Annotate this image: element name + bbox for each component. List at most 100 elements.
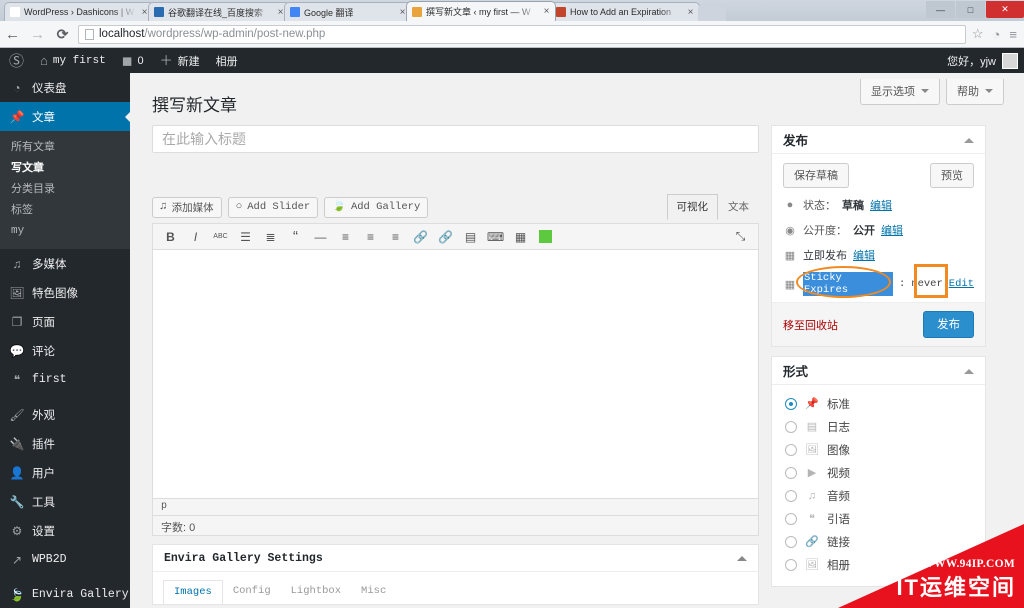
fullscreen-icon[interactable]: ⤡ [728, 226, 753, 248]
publish-button[interactable]: 发布 [923, 311, 974, 338]
format-radio[interactable] [785, 535, 797, 548]
horizontal-rule-icon[interactable]: — [308, 226, 333, 248]
sidebar-item-8[interactable]: 🔌 插件 [0, 429, 130, 458]
preview-button[interactable]: 预览 [930, 163, 974, 188]
new-content-menu[interactable]: ＋ 新建 [152, 48, 208, 73]
align-center-icon[interactable]: ≡ [358, 226, 383, 248]
envira-tab-1[interactable]: Config [223, 580, 281, 604]
post-title-input[interactable]: 在此输入标题 [152, 125, 759, 153]
format-radio[interactable] [785, 397, 797, 410]
keyboard-shortcuts-icon[interactable]: ⌨ [483, 226, 508, 248]
comments-menu[interactable]: ◼ 0 [114, 48, 152, 73]
chevron-up-icon[interactable] [964, 133, 974, 143]
sidebar-subitem-2[interactable]: 分类目录 [0, 179, 130, 200]
align-left-icon[interactable]: ≡ [333, 226, 358, 248]
address-bar[interactable]: localhost/wordpress/wp-admin/post-new.ph… [78, 24, 966, 44]
sidebar-item-3[interactable]: 🖼 特色图像 [0, 278, 130, 307]
bookmark-star-icon[interactable]: ☆ [972, 26, 984, 42]
browser-tab-1[interactable]: 谷歌翻译在线_百度搜索 × [148, 2, 290, 21]
site-name-menu[interactable]: ⌂ my first [32, 48, 114, 73]
bold-icon[interactable]: B [158, 226, 183, 248]
reload-icon[interactable]: ⟳ [50, 26, 75, 42]
chevron-up-icon[interactable] [964, 364, 974, 374]
sidebar-subitem-4[interactable]: my [0, 221, 130, 242]
sidebar-subitem-0[interactable]: 所有文章 [0, 137, 130, 158]
format-radio[interactable] [785, 512, 797, 525]
sidebar-item-4[interactable]: ❐ 页面 [0, 307, 130, 336]
back-icon[interactable]: ← [0, 27, 25, 42]
text-color-icon[interactable] [533, 226, 558, 248]
browser-tab-3[interactable]: 撰写新文章 ‹ my first — W × [406, 1, 556, 21]
sidebar-item-10[interactable]: 🔧 工具 [0, 487, 130, 516]
format-option-5[interactable]: ❝ 引语 [772, 507, 985, 530]
sidebar-subitem-3[interactable]: 标签 [0, 200, 130, 221]
admin-bar-account[interactable]: 您好，yjw [947, 52, 1024, 69]
status-edit-link[interactable]: 编辑 [870, 197, 892, 213]
tab-close-icon[interactable]: × [542, 7, 551, 17]
format-option-4[interactable]: ♫ 音频 [772, 484, 985, 507]
close-window-button[interactable]: ✕ [986, 1, 1024, 18]
insert-link-icon[interactable]: 🔗 [408, 226, 433, 248]
visibility-edit-link[interactable]: 编辑 [881, 222, 903, 238]
ordered-list-icon[interactable]: ≣ [258, 226, 283, 248]
format-radio[interactable] [785, 489, 797, 502]
screen-options-button[interactable]: 显示选项 [860, 79, 940, 105]
save-draft-button[interactable]: 保存草稿 [783, 163, 849, 188]
new-tab-button[interactable] [698, 5, 726, 21]
sidebar-item-6[interactable]: ❝ first [0, 365, 130, 394]
format-option-3[interactable]: ▶ 视频 [772, 461, 985, 484]
browser-menu-icon[interactable]: ≡ [1009, 27, 1017, 42]
sidebar-item-5[interactable]: 💬 评论 [0, 336, 130, 365]
sidebar-item-1[interactable]: 📌 文章 [0, 102, 131, 131]
forward-icon[interactable]: → [25, 27, 50, 42]
browser-tab-4[interactable]: How to Add an Expiration × [550, 2, 700, 21]
browser-tab-0[interactable]: WordPress › Dashicons | W × [4, 2, 154, 21]
sidebar-item-13[interactable]: 🍃 Envira Gallery [0, 580, 130, 608]
envira-tab-0[interactable]: Images [163, 580, 223, 604]
format-option-0[interactable]: 📌 标准 [772, 392, 985, 415]
editor-mode-tab-0[interactable]: 可视化 [666, 194, 718, 220]
format-option-1[interactable]: ▤ 日志 [772, 415, 985, 438]
strikethrough-icon[interactable]: ABC [208, 226, 233, 248]
unlink-icon[interactable]: 🔗 [433, 226, 458, 248]
read-more-icon[interactable]: ▤ [458, 226, 483, 248]
italic-icon[interactable]: I [183, 226, 208, 248]
format-option-7[interactable]: 🖼 相册 [772, 553, 985, 576]
unordered-list-icon[interactable]: ☰ [233, 226, 258, 248]
envira-tab-3[interactable]: Misc [351, 580, 396, 604]
sidebar-subitem-1[interactable]: 写文章 [0, 158, 130, 179]
album-menu[interactable]: 相册 [208, 48, 246, 73]
editor-content-area[interactable] [153, 250, 758, 498]
sidebar-item-7[interactable]: 🖌 外观 [0, 400, 130, 429]
help-button[interactable]: 帮助 [946, 79, 1004, 105]
sidebar-item-9[interactable]: 👤 用户 [0, 458, 130, 487]
media-button-2[interactable]: 🍃 Add Gallery [324, 196, 429, 218]
sidebar-item-0[interactable]: ◔ 仪表盘 [0, 73, 130, 102]
format-radio[interactable] [785, 558, 797, 571]
format-radio[interactable] [785, 443, 797, 456]
format-radio[interactable] [785, 420, 797, 433]
format-option-2[interactable]: 🖼 图像 [772, 438, 985, 461]
minimize-button[interactable]: — [926, 1, 955, 18]
blockquote-icon[interactable]: “ [283, 226, 308, 248]
toolbar-toggle-icon[interactable]: ▦ [508, 226, 533, 248]
envira-tab-2[interactable]: Lightbox [281, 580, 351, 604]
align-right-icon[interactable]: ≡ [383, 226, 408, 248]
sidebar-item-11[interactable]: ⚙ 设置 [0, 516, 130, 545]
format-radio[interactable] [785, 466, 797, 479]
chevron-up-icon[interactable] [737, 551, 747, 561]
media-button-1[interactable]: ○ Add Slider [227, 196, 319, 218]
browser-tab-2[interactable]: Google 翻译 × [284, 2, 412, 21]
editor-mode-tab-1[interactable]: 文本 [718, 194, 759, 220]
extension-icon[interactable]: ◔ [993, 27, 1001, 42]
sidebar-item-12[interactable]: ↗ WPB2D [0, 545, 130, 574]
sticky-expires-edit-link[interactable]: Edit [949, 278, 974, 290]
wordpress-logo-icon[interactable]: Ⓢ [0, 50, 32, 71]
publish-schedule-edit-link[interactable]: 编辑 [853, 247, 875, 263]
sidebar-item-2[interactable]: ♫ 多媒体 [0, 249, 130, 278]
maximize-button[interactable]: □ [956, 1, 985, 18]
format-option-6[interactable]: 🔗 链接 [772, 530, 985, 553]
tab-close-icon[interactable]: × [686, 7, 695, 17]
media-button-0[interactable]: ♫ 添加媒体 [152, 196, 222, 218]
move-to-trash-link[interactable]: 移至回收站 [783, 317, 838, 333]
